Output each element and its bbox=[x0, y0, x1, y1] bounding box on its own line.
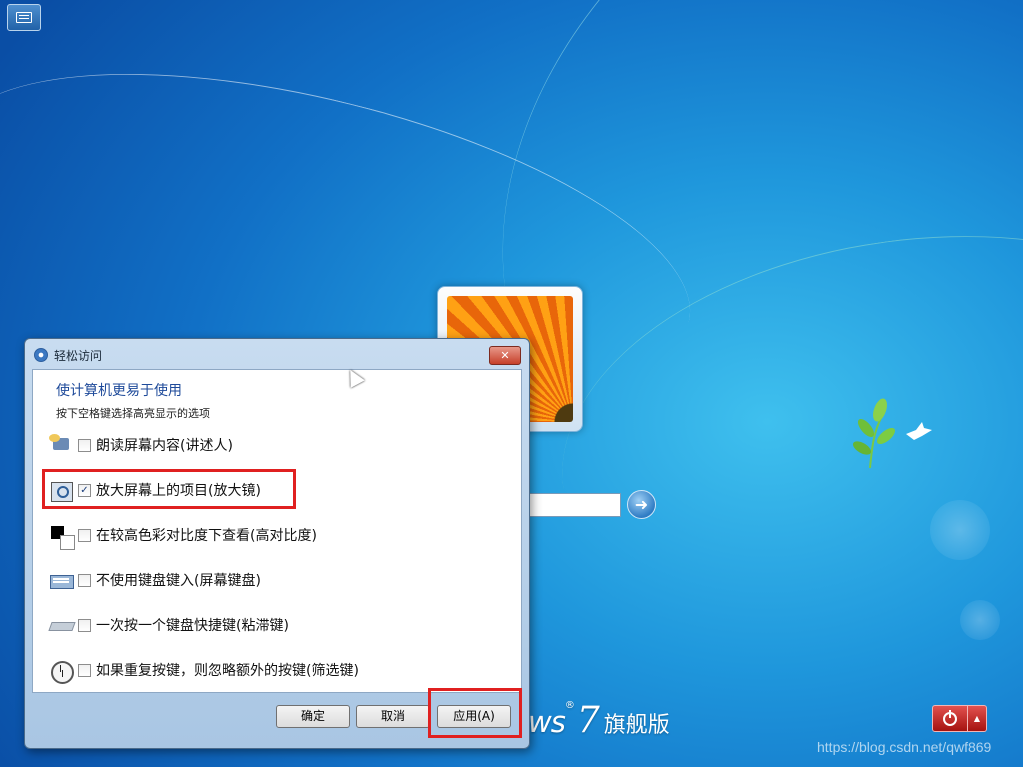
highlight-magnifier-option bbox=[42, 469, 296, 509]
windows-branding: ws®7 旗舰版 bbox=[528, 700, 670, 741]
dialog-content: 使计算机更易于使用 按下空格键选择高亮显示的选项 朗读屏幕内容(讲述人) ✓ 放… bbox=[32, 369, 522, 693]
chevron-up-icon: ▲ bbox=[973, 714, 981, 723]
option-label: 朗读屏幕内容(讲述人) bbox=[96, 438, 233, 454]
ok-button[interactable]: 确定 bbox=[276, 705, 350, 728]
plant-bird-logo bbox=[852, 398, 932, 469]
filter-keys-icon bbox=[49, 657, 75, 684]
option-label: 一次按一个键盘快捷键(粘滞键) bbox=[96, 618, 289, 634]
option-sticky-keys[interactable]: 一次按一个键盘快捷键(粘滞键) bbox=[49, 612, 289, 638]
dialog-heading: 使计算机更易于使用 bbox=[56, 383, 182, 399]
brand-name-fragment: ws bbox=[528, 705, 566, 739]
dialog-titlebar[interactable]: 轻松访问 ✕ bbox=[25, 339, 529, 369]
highlight-apply-button bbox=[428, 688, 522, 738]
bokeh-light bbox=[930, 500, 990, 560]
sticky-keys-checkbox[interactable] bbox=[78, 618, 91, 632]
brand-version: 7 bbox=[576, 700, 600, 741]
filter-keys-checkbox[interactable] bbox=[78, 663, 91, 677]
on-screen-keyboard-icon bbox=[49, 567, 75, 593]
sticky-keys-icon bbox=[49, 612, 75, 638]
high-contrast-icon bbox=[49, 522, 75, 550]
narrator-icon bbox=[49, 432, 75, 458]
submit-arrow-button[interactable]: ➜ bbox=[627, 490, 656, 519]
power-icon bbox=[943, 709, 957, 726]
keyboard-icon bbox=[16, 12, 32, 23]
high-contrast-checkbox[interactable] bbox=[78, 528, 91, 542]
password-input[interactable] bbox=[526, 493, 621, 517]
shutdown-button[interactable] bbox=[932, 705, 968, 732]
dialog-title: 轻松访问 bbox=[54, 349, 103, 363]
close-icon: ✕ bbox=[500, 349, 510, 362]
option-narrator[interactable]: 朗读屏幕内容(讲述人) bbox=[49, 432, 233, 458]
power-controls: ▲ bbox=[932, 705, 987, 732]
brand-edition: 旗舰版 bbox=[603, 713, 670, 738]
ease-of-access-icon bbox=[34, 348, 48, 362]
arrow-right-icon: ➜ bbox=[634, 495, 649, 514]
bokeh-light bbox=[960, 600, 1000, 640]
option-filter-keys[interactable]: 如果重复按键，则忽略额外的按键(筛选键) bbox=[49, 657, 359, 684]
ease-of-access-button[interactable] bbox=[7, 4, 41, 31]
on-screen-keyboard-checkbox[interactable] bbox=[78, 573, 91, 587]
shutdown-options-button[interactable]: ▲ bbox=[968, 705, 987, 732]
option-label: 在较高色彩对比度下查看(高对比度) bbox=[96, 528, 317, 544]
option-label: 如果重复按键，则忽略额外的按键(筛选键) bbox=[96, 663, 359, 679]
cancel-button[interactable]: 取消 bbox=[356, 705, 430, 728]
option-label: 不使用键盘键入(屏幕键盘) bbox=[96, 573, 261, 589]
dialog-instruction: 按下空格键选择高亮显示的选项 bbox=[56, 407, 210, 420]
registered-mark: ® bbox=[564, 700, 575, 711]
option-high-contrast[interactable]: 在较高色彩对比度下查看(高对比度) bbox=[49, 522, 317, 550]
close-button[interactable]: ✕ bbox=[489, 346, 521, 365]
watermark-text: https://blog.csdn.net/qwf869 bbox=[817, 739, 992, 755]
narrator-checkbox[interactable] bbox=[78, 438, 91, 452]
option-on-screen-keyboard[interactable]: 不使用键盘键入(屏幕键盘) bbox=[49, 567, 261, 593]
